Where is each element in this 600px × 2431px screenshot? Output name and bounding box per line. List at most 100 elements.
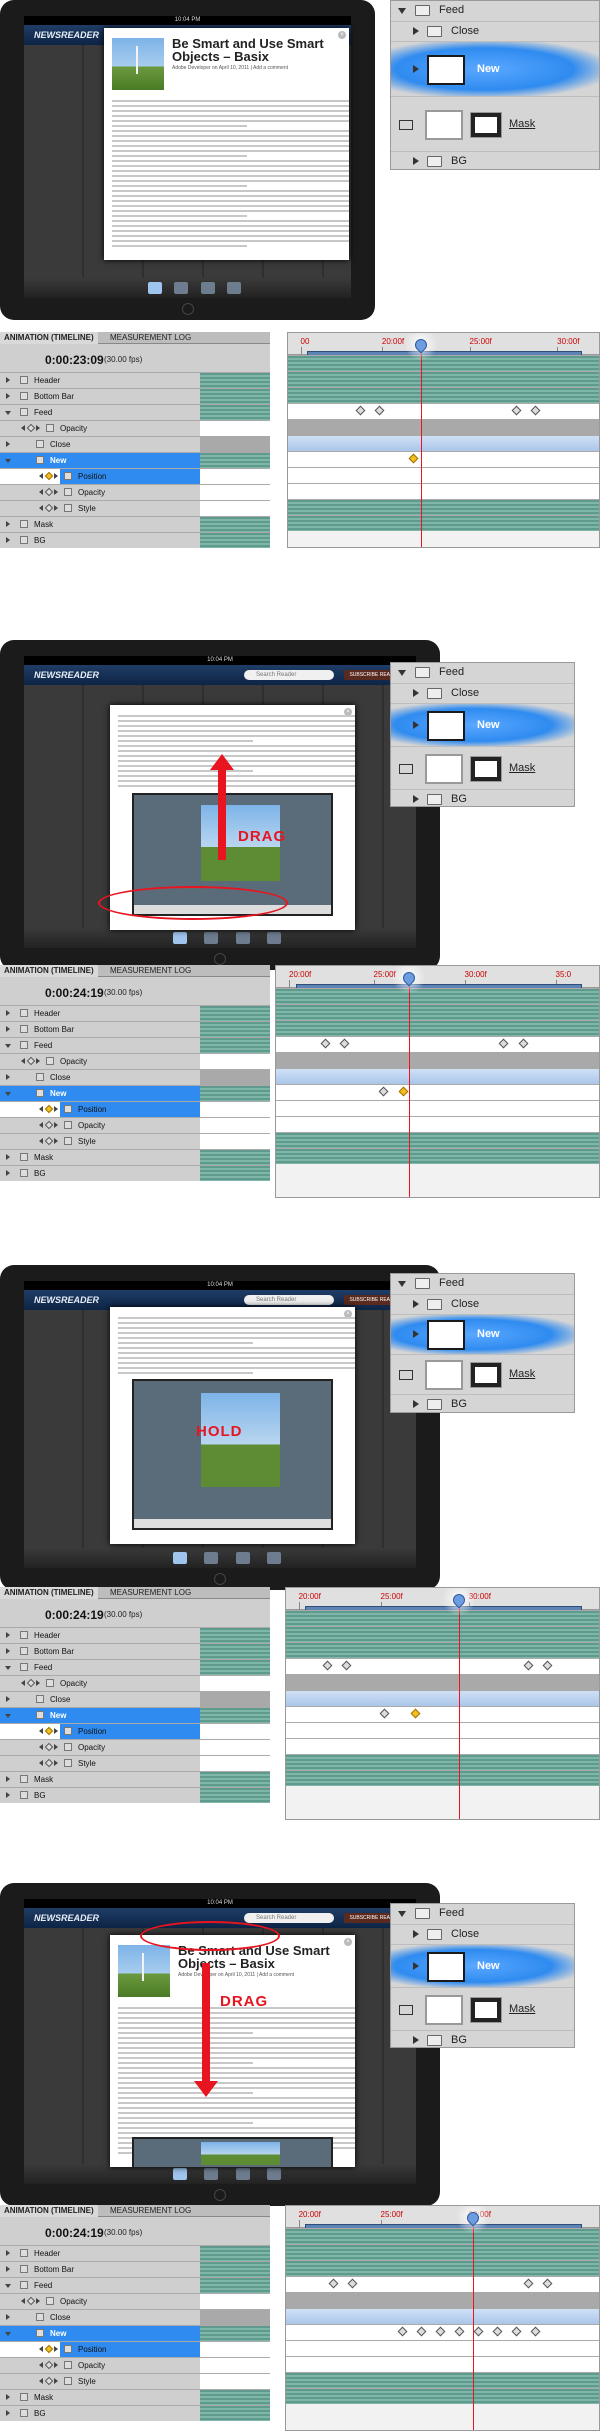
timeline-layer-row[interactable]: Bottom Bar xyxy=(0,2261,200,2277)
layer-duration-track[interactable] xyxy=(288,403,599,419)
layer-duration-track[interactable] xyxy=(276,988,599,1004)
stopwatch-icon[interactable] xyxy=(46,424,54,432)
layer-duration-track[interactable] xyxy=(286,2356,599,2372)
tab-bar-icon[interactable] xyxy=(148,282,163,294)
home-button[interactable] xyxy=(181,303,194,315)
timeline-layer-row[interactable]: Style xyxy=(0,2373,200,2389)
tab-bar-icon[interactable] xyxy=(204,1552,219,1564)
layer-row-bg[interactable]: BG xyxy=(391,789,574,809)
collapse-arrow-icon[interactable] xyxy=(5,411,11,418)
timeline-layer-row[interactable]: Position xyxy=(0,1723,200,1739)
current-timecode[interactable]: 0:00:24:19 xyxy=(45,986,104,1000)
collapse-arrow-icon[interactable] xyxy=(5,1666,11,1673)
stopwatch-icon[interactable] xyxy=(46,1057,54,1065)
collapse-arrow-icon[interactable] xyxy=(5,1044,11,1051)
layer-row-feed[interactable]: Feed xyxy=(391,663,574,683)
expand-arrow-icon[interactable] xyxy=(6,1010,13,1016)
disclosure-triangle-icon[interactable] xyxy=(413,1300,423,1308)
collapse-arrow-icon[interactable] xyxy=(5,2332,11,2339)
expand-arrow-icon[interactable] xyxy=(6,1648,13,1654)
timeline-layer-row[interactable]: Opacity xyxy=(0,1739,200,1755)
layer-duration-track[interactable] xyxy=(286,1722,599,1738)
timeline-layer-row[interactable]: Style xyxy=(0,1133,200,1149)
timeline-layer-row[interactable]: Style xyxy=(0,500,200,516)
prev-keyframe-icon[interactable] xyxy=(36,2362,43,2368)
layer-duration-track[interactable] xyxy=(276,1132,599,1148)
disclosure-triangle-icon[interactable] xyxy=(413,1400,423,1408)
prev-keyframe-icon[interactable] xyxy=(18,425,25,431)
timeline-layer-row[interactable]: New xyxy=(0,1707,200,1723)
next-keyframe-icon[interactable] xyxy=(36,2298,43,2304)
timeline-layer-row[interactable]: BG xyxy=(0,1787,200,1803)
layer-row-bg[interactable]: BG xyxy=(391,2030,574,2050)
layer-duration-track[interactable] xyxy=(286,2340,599,2356)
stopwatch-icon[interactable] xyxy=(64,504,72,512)
layer-duration-track[interactable] xyxy=(286,1738,599,1754)
stopwatch-icon[interactable] xyxy=(64,2361,72,2369)
timeline-layer-row[interactable]: Header xyxy=(0,2245,200,2261)
prev-keyframe-icon[interactable] xyxy=(36,1760,43,1766)
layer-duration-track[interactable] xyxy=(276,1004,599,1020)
timeline-layer-row[interactable]: BG xyxy=(0,1165,200,1181)
layer-duration-track[interactable] xyxy=(286,1642,599,1658)
expand-arrow-icon[interactable] xyxy=(6,393,13,399)
layer-duration-track[interactable] xyxy=(276,1116,599,1132)
expand-arrow-icon[interactable] xyxy=(6,521,13,527)
keyframe-toggle-icon[interactable] xyxy=(44,1726,54,1736)
expand-arrow-icon[interactable] xyxy=(6,377,13,383)
current-timecode[interactable]: 0:00:24:19 xyxy=(45,1608,104,1622)
expand-arrow-icon[interactable] xyxy=(6,1632,13,1638)
prev-keyframe-icon[interactable] xyxy=(18,2298,25,2304)
timeline-layer-row[interactable]: Header xyxy=(0,1627,200,1643)
search-input[interactable]: Search Reader xyxy=(244,670,334,680)
search-input[interactable]: Search Reader xyxy=(244,1913,334,1923)
layer-duration-track[interactable] xyxy=(286,2228,599,2244)
video-controls[interactable] xyxy=(134,1519,331,1528)
layer-duration-track[interactable] xyxy=(286,2244,599,2260)
tab-measurement-log[interactable]: MEASUREMENT LOG xyxy=(106,1587,195,1599)
tab-measurement-log[interactable]: MEASUREMENT LOG xyxy=(106,2205,195,2217)
timeline-layer-row[interactable]: Close xyxy=(0,436,200,452)
stopwatch-icon[interactable] xyxy=(64,1759,72,1767)
keyframe-toggle-icon[interactable] xyxy=(44,2344,54,2354)
current-timecode[interactable]: 0:00:24:19 xyxy=(45,2226,104,2240)
layer-duration-track[interactable] xyxy=(288,467,599,483)
timeline-layer-row[interactable]: Position xyxy=(0,1101,200,1117)
layer-duration-track[interactable] xyxy=(288,387,599,403)
disclosure-triangle-icon[interactable] xyxy=(413,795,423,803)
next-keyframe-icon[interactable] xyxy=(36,1680,43,1686)
keyframe-toggle-icon[interactable] xyxy=(44,1758,54,1768)
layer-duration-track[interactable] xyxy=(276,1052,599,1068)
layer-duration-track[interactable] xyxy=(286,1690,599,1706)
timeline-layer-row[interactable]: Mask xyxy=(0,1771,200,1787)
disclosure-triangle-icon[interactable] xyxy=(413,64,423,73)
next-keyframe-icon[interactable] xyxy=(54,1744,61,1750)
layer-row-mask[interactable]: Mask xyxy=(391,1354,574,1394)
layer-row-close[interactable]: Close xyxy=(391,1294,574,1314)
collapse-arrow-icon[interactable] xyxy=(5,1092,11,1099)
tab-bar-icon[interactable] xyxy=(267,2168,282,2180)
prev-keyframe-icon[interactable] xyxy=(36,1728,43,1734)
keyframe-toggle-icon[interactable] xyxy=(26,1056,36,1066)
timeline-layer-row[interactable]: Close xyxy=(0,1691,200,1707)
prev-keyframe-icon[interactable] xyxy=(36,1106,43,1112)
timeline-layer-row[interactable]: Position xyxy=(0,2341,200,2357)
search-input[interactable]: Search Reader xyxy=(244,1295,334,1305)
tab-animation[interactable]: ANIMATION (TIMELINE) xyxy=(0,2205,98,2217)
disclosure-triangle-icon[interactable] xyxy=(398,1281,406,1291)
tab-bar-icon[interactable] xyxy=(267,932,282,944)
tab-bar-icon[interactable] xyxy=(172,932,187,944)
layer-duration-track[interactable] xyxy=(286,2388,599,2404)
expand-arrow-icon[interactable] xyxy=(6,2410,13,2416)
layer-duration-track[interactable] xyxy=(288,355,599,371)
timeline-layer-row[interactable]: Opacity xyxy=(0,1053,200,1069)
stopwatch-icon[interactable] xyxy=(46,1679,54,1687)
timeline-layer-row[interactable]: New xyxy=(0,452,200,468)
next-keyframe-icon[interactable] xyxy=(54,1106,61,1112)
collapse-arrow-icon[interactable] xyxy=(5,2284,11,2291)
keyframe-toggle-icon[interactable] xyxy=(44,2376,54,2386)
layer-row-feed[interactable]: Feed xyxy=(391,1904,574,1924)
prev-keyframe-icon[interactable] xyxy=(36,1138,43,1144)
next-keyframe-icon[interactable] xyxy=(54,1138,61,1144)
timeline-layer-row[interactable]: Feed xyxy=(0,2277,200,2293)
